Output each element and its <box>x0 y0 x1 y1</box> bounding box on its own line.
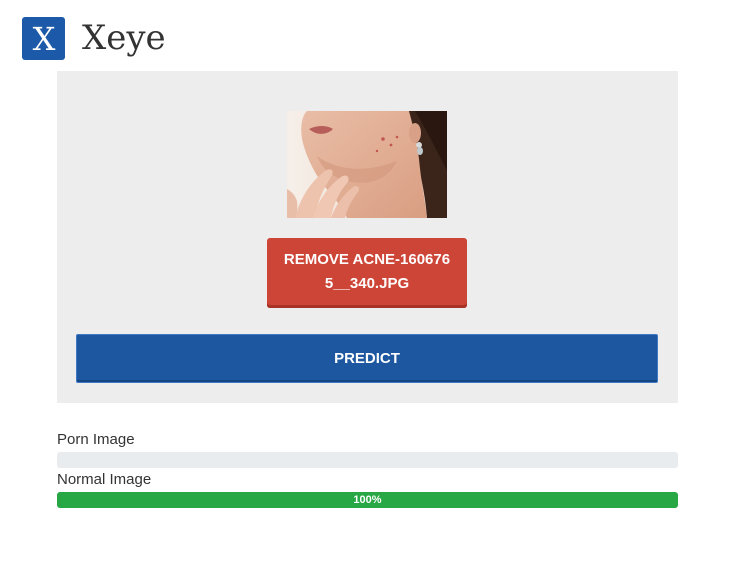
result-label-porn: Porn Image <box>57 431 135 448</box>
x-logo-icon: X <box>22 17 65 60</box>
page: X Xeye REMOVE ACNE-1606765__340.JPG PRED… <box>0 0 738 578</box>
brand-name: Xeye <box>82 18 166 58</box>
result-label-normal: Normal Image <box>57 471 152 488</box>
image-preview <box>287 111 447 218</box>
uploaded-photo-thumbnail <box>287 111 447 218</box>
remove-file-button[interactable]: REMOVE ACNE-1606765__340.JPG <box>267 238 467 308</box>
brand[interactable]: X Xeye <box>22 17 166 60</box>
upload-panel: REMOVE ACNE-1606765__340.JPG PREDICT <box>57 71 678 403</box>
progress-bar-normal: 100% <box>57 492 678 508</box>
progress-bar-porn <box>57 452 678 468</box>
predict-button[interactable]: PREDICT <box>76 334 658 383</box>
progress-fill-normal: 100% <box>57 492 678 508</box>
